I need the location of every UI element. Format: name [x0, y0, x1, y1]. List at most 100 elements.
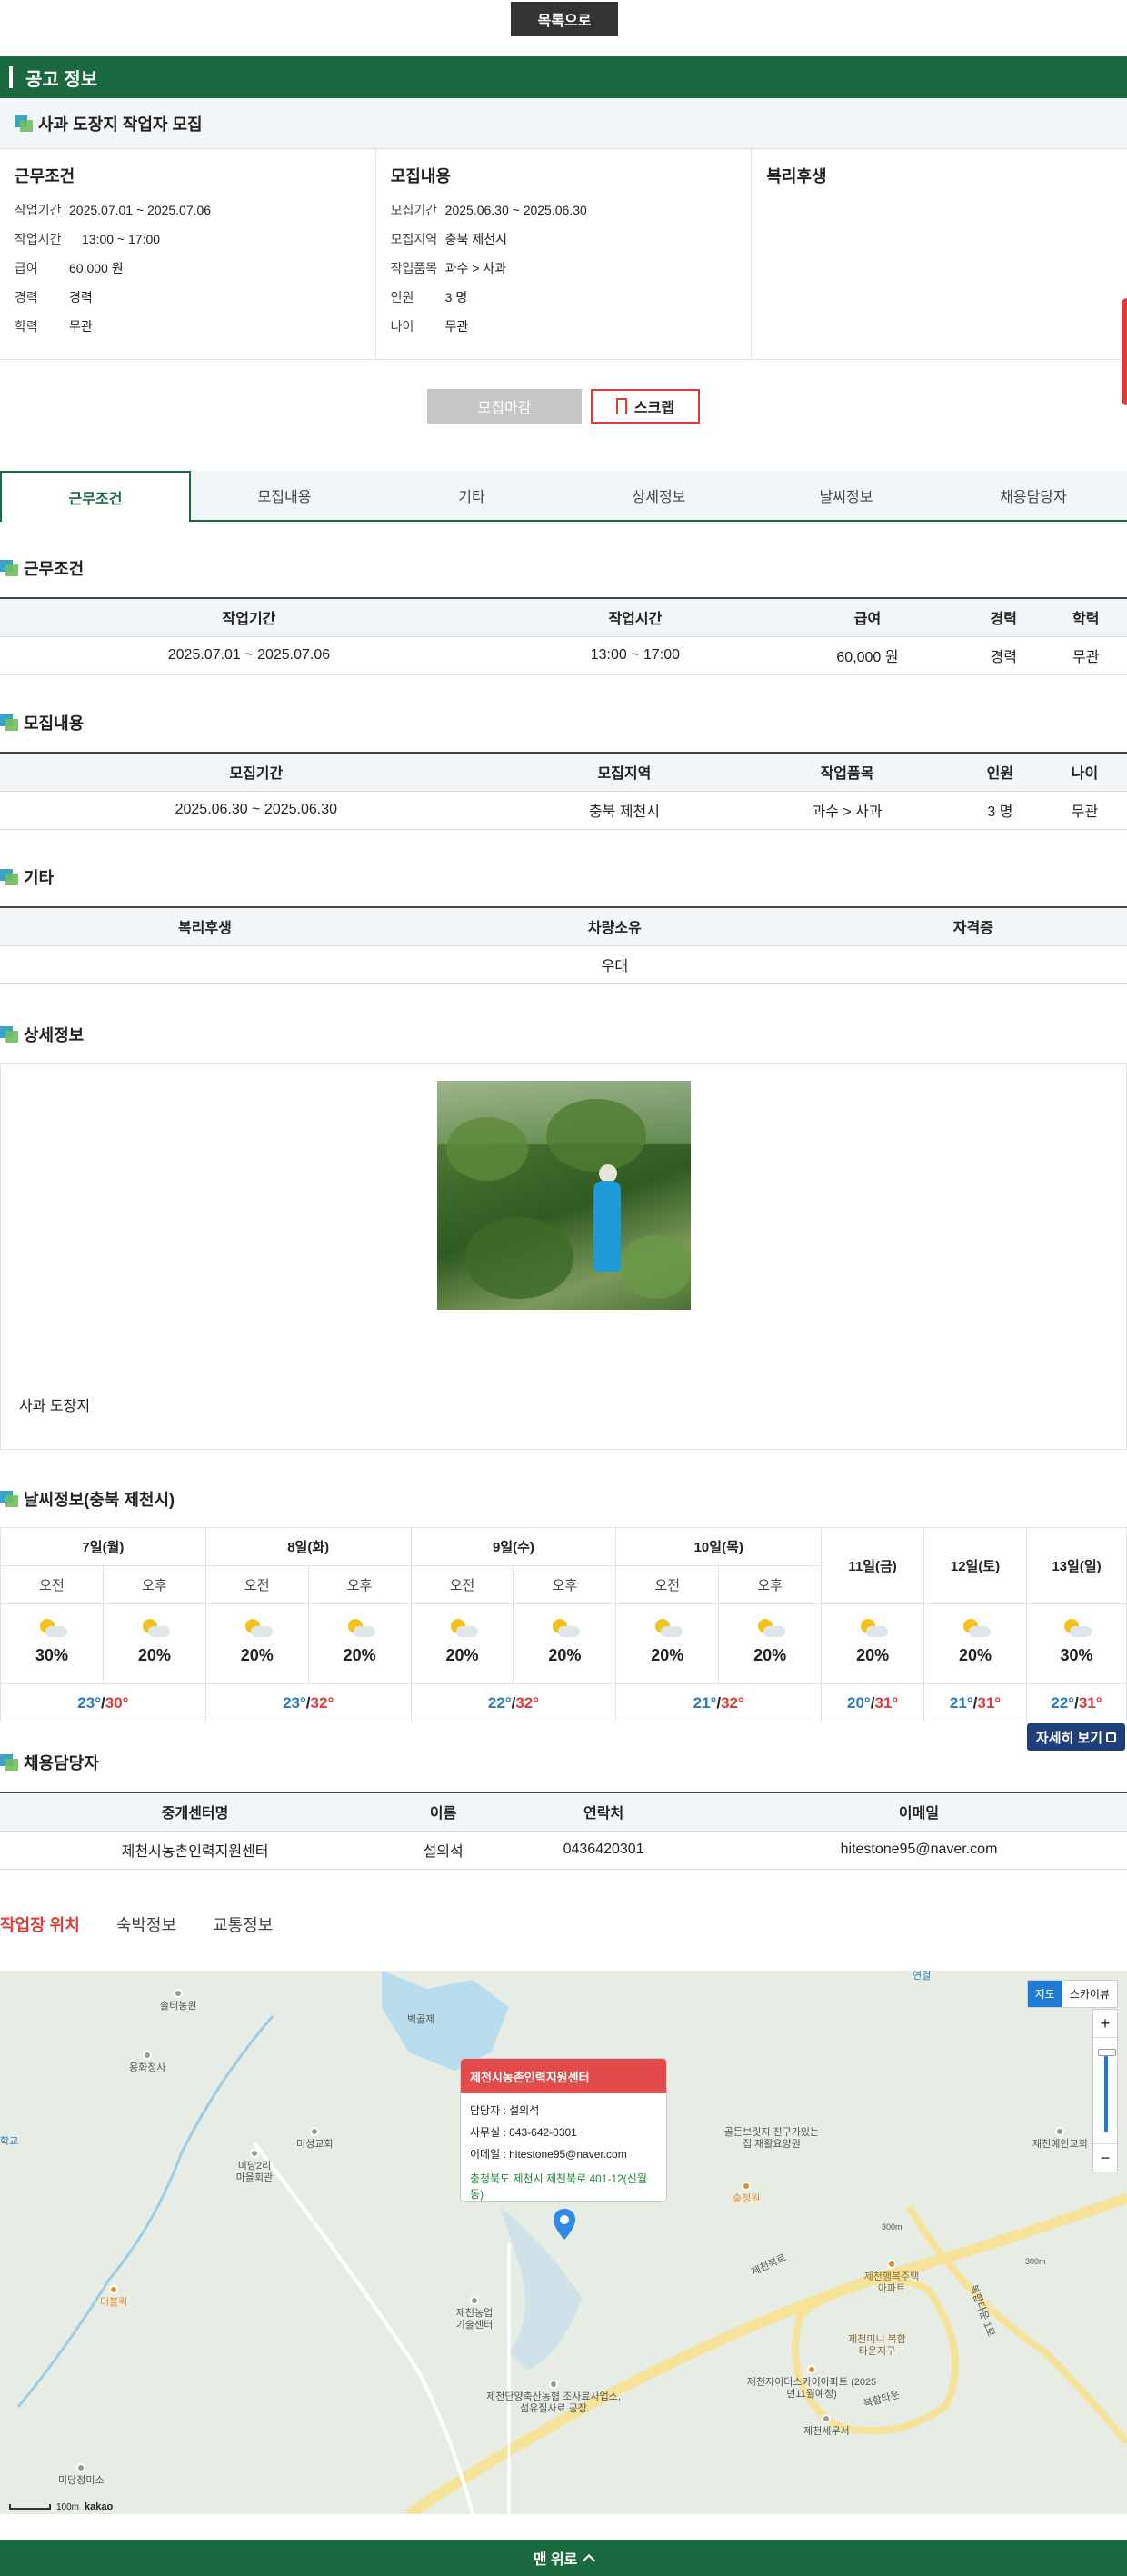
back-to-top-button[interactable]: 맨 위로 — [0, 2540, 1127, 2576]
weather-more-button[interactable]: 자세히 보기 — [1027, 1723, 1125, 1751]
table-cell — [0, 945, 410, 984]
tab-lodging[interactable]: 숙박정보 — [116, 1912, 176, 1936]
summary-recruit: 모집내용 모집기간 2025.06.30 ~ 2025.06.30 모집지역 충북 … — [376, 149, 753, 359]
temp-low: 22° — [487, 1693, 512, 1712]
tab-manager[interactable]: 채용담당자 — [940, 471, 1127, 520]
tab-work[interactable]: 근무조건 — [0, 471, 191, 522]
map-label-text: 벽골제 — [407, 2014, 435, 2025]
recruit-closed-button[interactable]: 모집마감 — [427, 389, 582, 424]
map-label-text: 숲정원 — [733, 2193, 761, 2204]
weather-pop: 30% — [1060, 1646, 1093, 1664]
weather-temp: 22°/31° — [1025, 1683, 1127, 1722]
table-header: 연락처 — [496, 1792, 712, 1832]
zoom-out-button[interactable]: − — [1093, 2144, 1117, 2172]
temp-high: 32° — [721, 1693, 744, 1712]
table-cell: 2025.07.01 ~ 2025.07.06 — [0, 636, 498, 675]
map-label-text: 더블럭 — [100, 2297, 128, 2308]
map-info-popup: 제천시농촌인력지원센터 담당자 : 설의석 사무실 : 043-642-0301… — [460, 2058, 667, 2202]
summary-key: 모집지역 — [390, 232, 438, 246]
list-button[interactable]: 목록으로 — [511, 2, 618, 36]
weather-pop: 20% — [856, 1646, 890, 1664]
tab-weather[interactable]: 날씨정보 — [753, 471, 940, 520]
temp-low: 23° — [77, 1693, 102, 1712]
tab-transport[interactable]: 교통정보 — [213, 1912, 273, 1936]
table-header: 차량소유 — [409, 906, 820, 946]
poi-icon — [76, 2463, 86, 2472]
tab-detail[interactable]: 상세정보 — [565, 471, 753, 520]
poi-icon — [109, 2285, 119, 2294]
summary-welfare: 복리후생 — [752, 149, 1127, 359]
partly-cloudy-icon — [857, 1619, 889, 1639]
table-cell: 과수 > 사과 — [736, 791, 958, 830]
partly-cloudy-icon — [344, 1619, 375, 1639]
orchard-photo — [437, 1081, 691, 1310]
map-type-map[interactable]: 지도 — [1027, 1981, 1062, 2007]
zoom-slider[interactable] — [1093, 2037, 1117, 2144]
weather-section-title: 날씨정보(충북 제천시) — [0, 1487, 175, 1511]
scrap-label: 스크랩 — [633, 401, 675, 416]
etc-section-label: 기타 — [24, 869, 55, 887]
summary-key: 작업시간 — [15, 232, 62, 246]
map-type-skyview[interactable]: 스카이뷰 — [1062, 1981, 1117, 2007]
map-label-text: 학교 — [0, 2136, 19, 2147]
table-cell: 무관 — [1042, 791, 1127, 830]
summary-key: 급여 — [15, 261, 38, 275]
map-label-text: 제천예인교회 — [1032, 2139, 1088, 2150]
weather-more-label: 자세히 보기 — [1035, 1730, 1103, 1746]
weather-cell: 20% — [204, 1603, 309, 1684]
scale-label: 100m — [56, 2501, 80, 2512]
partly-cloudy-icon — [549, 1619, 581, 1639]
map-label: 제천세무서 — [803, 2414, 850, 2438]
photo-worker — [593, 1181, 621, 1272]
table-header: 작업품목 — [736, 752, 958, 792]
weather-am: 오전 — [204, 1565, 309, 1604]
map-label-text: 미당정미소 — [58, 2475, 105, 2486]
summary-row: 학력 무관 — [15, 320, 361, 333]
manager-section-title: 채용담당자 — [0, 1751, 99, 1774]
section-tabs: 근무조건 모집내용 기타 상세정보 날씨정보 채용담당자 — [0, 471, 1127, 522]
map[interactable]: 지도 스카이뷰 + − 솔티농원 용화정사 벽골제 미성교회 미당2리 마을회관… — [0, 1971, 1127, 2514]
summary-key: 작업품목 — [390, 261, 438, 275]
weather-temp: 20°/31° — [821, 1683, 925, 1722]
poi-icon — [174, 1989, 184, 1998]
map-label-text: 300m — [882, 2222, 903, 2232]
manager-section-label: 채용담당자 — [24, 1754, 99, 1772]
weather-pop: 20% — [548, 1646, 582, 1664]
map-label: 숲정원 — [733, 2182, 760, 2205]
summary-row: 인원 3 명 — [391, 291, 737, 304]
weather-am: 오전 — [615, 1565, 720, 1604]
partly-cloudy-icon — [652, 1619, 683, 1639]
location-pin-icon[interactable] — [553, 2209, 576, 2240]
table-cell: 무관 — [1044, 636, 1127, 675]
summary-row: 경력 경력 — [15, 291, 361, 304]
scrap-button[interactable]: 스크랩 — [591, 389, 700, 424]
weather-temp: 21°/32° — [615, 1683, 823, 1722]
poi-icon — [1055, 2127, 1065, 2136]
tab-workplace-location[interactable]: 작업장 위치 — [0, 1912, 80, 1936]
tab-etc[interactable]: 기타 — [378, 471, 565, 520]
poi-icon — [807, 2365, 816, 2374]
section-icon — [0, 1754, 18, 1771]
temp-low: 22° — [1051, 1693, 1075, 1712]
weather-day: 12일(토) — [923, 1527, 1027, 1604]
summary-key: 인원 — [390, 290, 414, 305]
tab-recruit[interactable]: 모집내용 — [191, 471, 378, 520]
partly-cloudy-icon — [139, 1619, 170, 1639]
table-cell — [819, 945, 1127, 984]
temp-low: 20° — [847, 1693, 871, 1712]
photo-foliage — [619, 1235, 691, 1299]
photo-foliage — [464, 1217, 573, 1299]
poi-icon — [742, 2182, 752, 2191]
zoom-in-button[interactable]: + — [1093, 2010, 1117, 2037]
temp-high: 30° — [105, 1693, 129, 1712]
detail-text: 사과 도장지 — [19, 1399, 91, 1414]
etc-table: 복리후생 차량소유 자격증 우대 — [0, 906, 1127, 984]
table-header: 이메일 — [711, 1792, 1127, 1832]
summary-work: 근무조건 작업기간 2025.07.01 ~ 2025.07.06 작업시간 13:… — [0, 149, 376, 359]
temp-high: 31° — [874, 1693, 899, 1712]
poi-icon — [250, 2149, 259, 2158]
summary-row: 나이 무관 — [391, 320, 737, 333]
popup-office: 사무실 : 043-642-0301 — [470, 2125, 577, 2139]
map-label: 골든브릿지 진구가있는 집 재활요양원 — [722, 2127, 822, 2151]
weather-cell: 20% — [410, 1603, 514, 1684]
